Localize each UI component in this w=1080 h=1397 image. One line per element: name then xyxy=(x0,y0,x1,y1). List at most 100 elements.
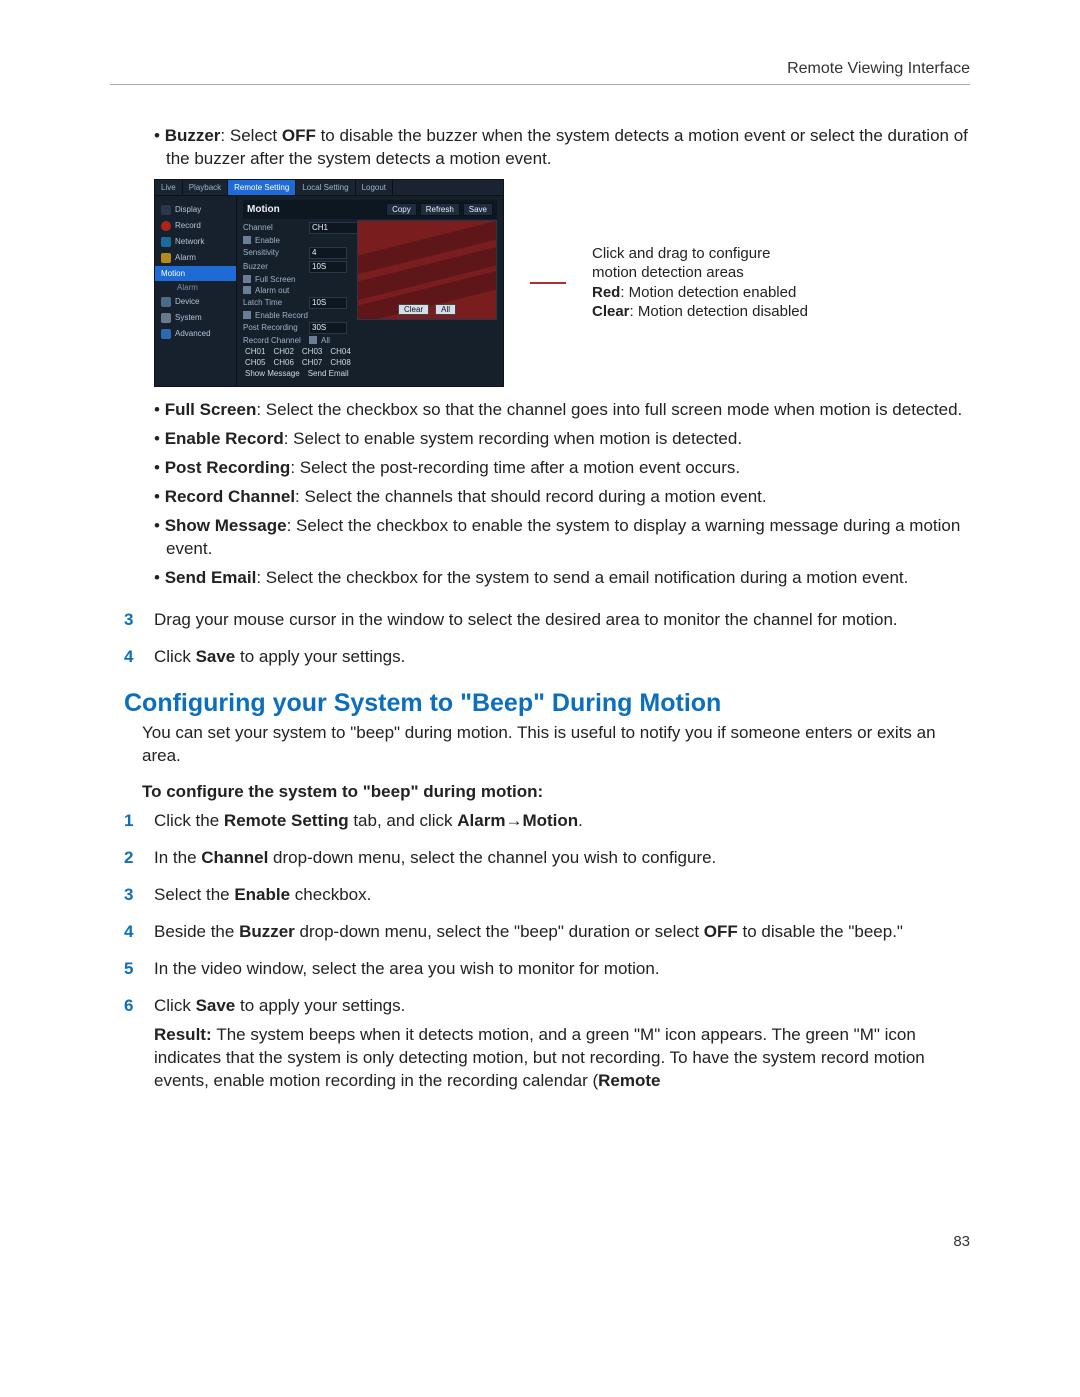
bullet-enablerec: Enable Record: Select to enable system r… xyxy=(154,428,970,451)
seg: . xyxy=(578,811,583,830)
seg: Select the xyxy=(154,885,234,904)
advanced-icon xyxy=(161,329,171,339)
sidebar-item-network[interactable]: Network xyxy=(155,234,236,250)
panel-title: Motion xyxy=(247,204,383,215)
copy-button[interactable]: Copy xyxy=(386,203,417,216)
tab-live[interactable]: Live xyxy=(155,180,183,195)
seg: to disable the "beep." xyxy=(738,922,903,941)
lbl: Latch Time xyxy=(243,298,305,307)
remote-setting-ui: Live Playback Remote Setting Local Setti… xyxy=(154,179,504,387)
sidebar-item-display[interactable]: Display xyxy=(155,202,236,218)
display-icon xyxy=(161,205,171,215)
save-button[interactable]: Save xyxy=(463,203,493,216)
tab-logout[interactable]: Logout xyxy=(356,180,393,195)
step-list-b: 1Click the Remote Setting tab, and click… xyxy=(110,810,970,1092)
lbl: Full Screen xyxy=(255,275,295,284)
sidebar-item-device[interactable]: Device xyxy=(155,294,236,310)
enable-checkbox[interactable] xyxy=(243,236,251,244)
red-label: Red xyxy=(592,284,620,301)
sidebar-item-system[interactable]: System xyxy=(155,310,236,326)
sidebar-item-alarm[interactable]: Alarm xyxy=(155,250,236,266)
postrec-select[interactable]: 30S xyxy=(309,322,347,334)
buzzer-select[interactable]: 10S xyxy=(309,261,347,273)
enablerec-checkbox[interactable] xyxy=(243,311,251,319)
step-number: 3 xyxy=(124,884,133,907)
alarmout-checkbox[interactable] xyxy=(243,286,251,294)
sidebar-label: Alarm xyxy=(175,253,196,262)
sidebar-label: Network xyxy=(175,237,204,246)
step-b1: 1Click the Remote Setting tab, and click… xyxy=(110,810,970,833)
ch-label: CH04 xyxy=(330,347,350,356)
step-b4: 4Beside the Buzzer drop-down menu, selec… xyxy=(110,921,970,944)
tab-local-setting[interactable]: Local Setting xyxy=(296,180,355,195)
ui-sidebar: Display Record Network Alarm Motion Alar… xyxy=(155,196,237,386)
seg-b: Remote Setting xyxy=(224,811,349,830)
text: : Select the post-recording time after a… xyxy=(290,458,740,477)
seg: In the video window, select the area you… xyxy=(154,959,660,978)
seg-b: OFF xyxy=(704,922,738,941)
seg: tab, and click xyxy=(349,811,458,830)
seg-b: Save xyxy=(196,996,236,1015)
callout-leader-line xyxy=(530,282,566,284)
row-postrec: Post Recording 30S xyxy=(243,322,497,334)
all-button[interactable]: All xyxy=(435,304,456,315)
tab-playback[interactable]: Playback xyxy=(183,180,228,195)
ui-body: Display Record Network Alarm Motion Alar… xyxy=(155,196,503,386)
latch-select[interactable]: 10S xyxy=(309,297,347,309)
row-ch1-4: CH01 CH02 CH03 CH04 xyxy=(243,347,497,356)
row-recch: Record ChannelAll xyxy=(243,336,497,345)
fullscreen-checkbox[interactable] xyxy=(243,275,251,283)
step-number: 4 xyxy=(124,921,133,944)
lbl-all: All xyxy=(321,336,330,345)
row-ch5-8: CH05 CH06 CH07 CH08 xyxy=(243,358,497,367)
refresh-button[interactable]: Refresh xyxy=(420,203,460,216)
sensitivity-select[interactable]: 4 xyxy=(309,247,347,259)
seg: In the xyxy=(154,848,201,867)
sidebar-label: Motion xyxy=(161,269,185,278)
callout-line: Clear: Motion detection disabled xyxy=(592,302,808,322)
text: : Motion detection enabled xyxy=(620,284,796,301)
seg: drop-down menu, select the "beep" durati… xyxy=(295,922,704,941)
result-paragraph: Result: The system beeps when it detects… xyxy=(154,1024,970,1093)
seg: Beside the xyxy=(154,922,239,941)
callout-line: Click and drag to configure xyxy=(592,244,808,264)
sidebar-label: Display xyxy=(175,205,201,214)
motion-grid[interactable]: Clear All xyxy=(357,220,497,320)
step-number: 1 xyxy=(124,810,133,833)
lbl: Enable xyxy=(255,236,280,245)
pre: Click xyxy=(154,647,196,666)
bullet-buzzer: Buzzer: Select OFF to disable the buzzer… xyxy=(154,125,970,171)
step-3: 3Drag your mouse cursor in the window to… xyxy=(110,609,970,632)
result-text: The system beeps when it detects motion,… xyxy=(154,1025,925,1090)
ch-label: CH07 xyxy=(302,358,322,367)
term: Send Email xyxy=(165,568,257,587)
term: Enable Record xyxy=(165,429,284,448)
clear-button[interactable]: Clear xyxy=(398,304,429,315)
sidebar-sub-alarm[interactable]: Alarm xyxy=(155,281,236,294)
bullet-postrec: Post Recording: Select the post-recordin… xyxy=(154,457,970,480)
section-subhead: To configure the system to "beep" during… xyxy=(142,782,970,802)
lbl: Send Email xyxy=(308,369,349,378)
lbl: Channel xyxy=(243,223,305,232)
step-text: Drag your mouse cursor in the window to … xyxy=(154,610,898,629)
callout-line: motion detection areas xyxy=(592,263,808,283)
step-4: 4Click Save to apply your settings. xyxy=(110,646,970,669)
text: : Motion detection disabled xyxy=(630,303,808,320)
post: to apply your settings. xyxy=(235,647,405,666)
device-icon xyxy=(161,297,171,307)
sidebar-item-motion[interactable]: Motion xyxy=(155,266,236,281)
seg: to apply your settings. xyxy=(235,996,405,1015)
page-number: 83 xyxy=(110,1233,970,1250)
step-number: 2 xyxy=(124,847,133,870)
lbl: Post Recording xyxy=(243,323,305,332)
ch-label: CH02 xyxy=(273,347,293,356)
network-icon xyxy=(161,237,171,247)
seg: drop-down menu, select the channel you w… xyxy=(268,848,716,867)
tab-remote-setting[interactable]: Remote Setting xyxy=(228,180,296,195)
recch-all-checkbox[interactable] xyxy=(309,336,317,344)
ui-main-panel: Motion Copy Refresh Save ChannelCH1 Enab… xyxy=(237,196,503,386)
lbl: Show Message xyxy=(245,369,300,378)
sidebar-item-record[interactable]: Record xyxy=(155,218,236,234)
sidebar-item-advanced[interactable]: Advanced xyxy=(155,326,236,342)
step-b3: 3Select the Enable checkbox. xyxy=(110,884,970,907)
